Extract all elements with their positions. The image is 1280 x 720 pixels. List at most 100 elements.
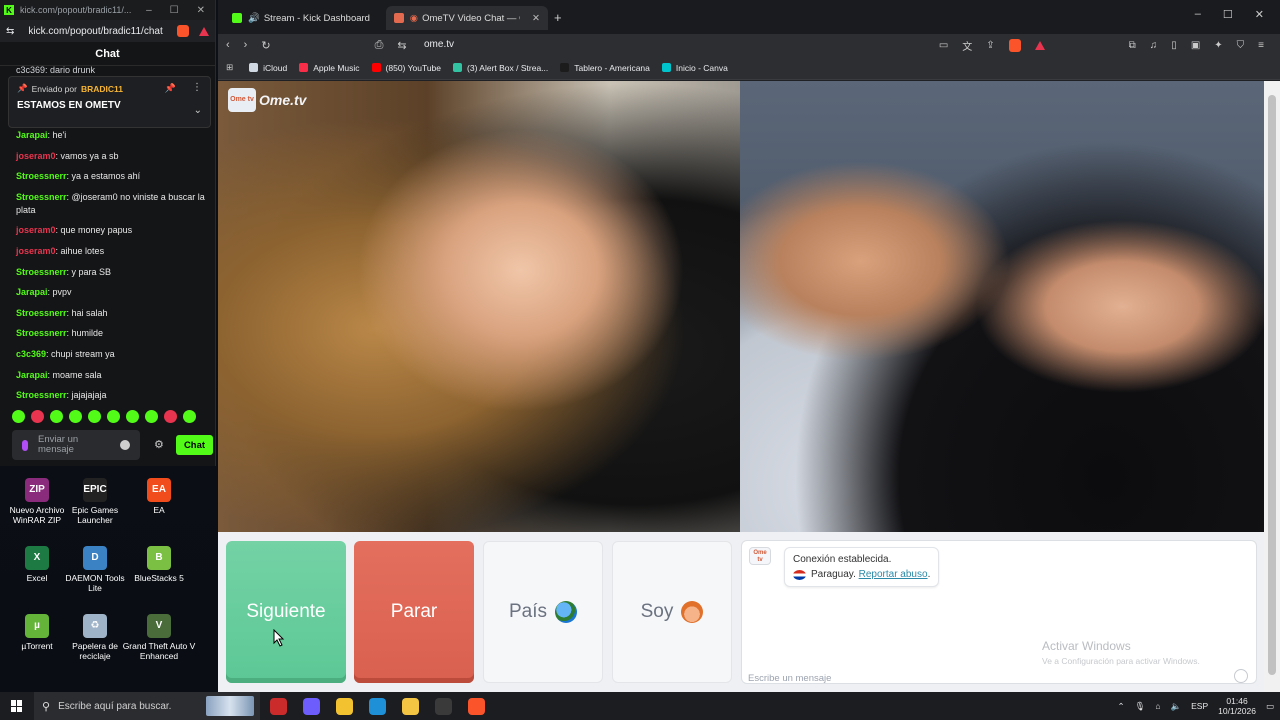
emote-icon[interactable] <box>69 410 82 423</box>
site-info-icon[interactable]: ⇆ <box>397 39 406 52</box>
desktop-icon[interactable]: ♻ Papelera de reciclaje <box>58 614 132 661</box>
chat-username[interactable]: joseram0 <box>16 151 56 161</box>
chat-username[interactable]: Stroessnerr <box>16 171 67 181</box>
app-brave-icon[interactable] <box>468 697 485 715</box>
new-tab-icon[interactable]: + <box>554 10 562 25</box>
brave-shield-icon[interactable] <box>1008 39 1021 52</box>
desktop-icon[interactable]: V Grand Theft Auto V Enhanced <box>122 614 196 661</box>
tab-ometv[interactable]: ◉ OmeTV Video Chat — Omegl ✕ <box>386 6 548 30</box>
back-icon[interactable]: ‹ <box>226 39 230 51</box>
app-copilot-icon[interactable] <box>303 697 320 715</box>
bookmark-item[interactable]: Inicio - Canva <box>661 63 728 73</box>
desktop-icon[interactable]: D DAEMON Tools Lite <box>58 546 132 593</box>
pin-icon[interactable]: 📌 <box>165 83 176 94</box>
chat-username[interactable]: Jarapai <box>16 370 48 380</box>
chat-input[interactable]: Enviar un mensaje <box>12 430 140 460</box>
taskbar-search[interactable]: ⚲ Escribe aquí para buscar. <box>34 692 260 720</box>
app-chrome-icon[interactable] <box>336 697 353 715</box>
app-red-icon[interactable] <box>270 697 287 715</box>
tab-kick-dashboard[interactable]: 🔊 Stream - Kick Dashboard <box>224 6 384 30</box>
chat-username[interactable]: Stroessnerr <box>16 192 67 202</box>
emoji-icon[interactable] <box>120 440 130 450</box>
translate-icon[interactable]: 文 <box>962 38 972 53</box>
language-indicator[interactable]: ESP <box>1191 701 1208 711</box>
maximize-icon[interactable]: ☐ <box>1223 8 1233 21</box>
maximize-icon[interactable]: ☐ <box>170 5 179 16</box>
close-icon[interactable]: ✕ <box>197 5 205 16</box>
leo-ai-icon[interactable]: ✦ <box>1214 40 1222 51</box>
emote-icon[interactable] <box>12 410 25 423</box>
bookmark-item[interactable]: (850) YouTube <box>371 63 441 73</box>
notifications-icon[interactable]: ▭ <box>1266 701 1274 712</box>
chat-username[interactable]: Stroessnerr <box>16 308 67 318</box>
emote-icon[interactable] <box>31 410 44 423</box>
brave-rewards-icon[interactable] <box>199 26 209 36</box>
app-obs-icon[interactable] <box>435 697 452 715</box>
chevron-up-icon[interactable]: ⌃ <box>1117 701 1124 712</box>
emote-icon[interactable] <box>88 410 101 423</box>
page-scrollbar[interactable] <box>1264 81 1280 692</box>
tab-close-icon[interactable]: ✕ <box>532 13 540 24</box>
start-button[interactable] <box>0 700 34 712</box>
sidebar-icon[interactable]: ▯ <box>1171 40 1177 51</box>
app-explorer-icon[interactable] <box>402 697 419 715</box>
app-edge-icon[interactable] <box>369 697 386 715</box>
clock[interactable]: 01:46 10/1/2026 <box>1218 696 1256 716</box>
emote-icon[interactable] <box>145 410 158 423</box>
country-button[interactable]: País <box>483 541 603 683</box>
brave-rewards-icon[interactable] <box>1034 41 1045 50</box>
message-input[interactable]: Escribe un mensaje <box>748 673 831 684</box>
forward-icon[interactable]: › <box>244 39 248 51</box>
music-icon[interactable]: ♫ <box>1150 40 1158 51</box>
chat-username[interactable]: joseram0 <box>16 225 56 235</box>
mic-icon[interactable] <box>22 439 28 451</box>
stop-button[interactable]: Parar <box>354 541 474 683</box>
chat-username[interactable]: Stroessnerr <box>16 328 67 338</box>
pinned-message[interactable]: 📌 Enviado por BRADIC11 ESTAMOS EN OMETV … <box>8 76 211 128</box>
brave-shield-icon[interactable] <box>177 25 189 37</box>
wallet-icon[interactable]: ▣ <box>1191 40 1200 51</box>
chat-username[interactable]: joseram0 <box>16 246 56 256</box>
desktop-icon[interactable]: B BlueStacks 5 <box>122 546 196 583</box>
network-icon[interactable]: ⌂ <box>1155 701 1160 711</box>
report-abuse-link[interactable]: Reportar abuso <box>859 569 928 580</box>
scrollbar-thumb[interactable] <box>1268 95 1276 675</box>
bookmark-icon[interactable]: ⎙ <box>375 39 384 52</box>
volume-icon[interactable]: 🔈 <box>1171 701 1182 712</box>
chat-username[interactable]: Stroessnerr <box>16 267 67 277</box>
screenshot-icon[interactable]: ⧉ <box>1129 40 1136 51</box>
desktop-icon[interactable]: EA EA <box>122 478 196 515</box>
kick-url[interactable]: kick.com/popout/bradic11/chat <box>28 26 162 37</box>
bookmark-item[interactable]: (3) Alert Box / Strea... <box>453 63 548 73</box>
cast-icon[interactable]: ▭ <box>939 40 948 51</box>
emote-icon[interactable] <box>50 410 63 423</box>
minimize-icon[interactable]: – <box>1195 8 1201 21</box>
desktop-icon[interactable]: EPIC Epic Games Launcher <box>58 478 132 525</box>
menu-icon[interactable]: ≡ <box>1258 40 1264 51</box>
next-button[interactable]: Siguiente <box>226 541 346 683</box>
share-icon[interactable]: ⇪ <box>986 40 994 51</box>
chat-username[interactable]: Jarapai <box>16 287 48 297</box>
address-bar[interactable]: ome.tv <box>424 39 454 50</box>
reload-icon[interactable]: ↻ <box>261 39 270 52</box>
gender-button[interactable]: Soy <box>612 541 732 683</box>
apps-grid-icon[interactable]: ⊞ <box>226 62 233 73</box>
microphone-icon[interactable]: 🎙 <box>1135 701 1146 712</box>
emote-icon[interactable] <box>183 410 196 423</box>
bookmark-item[interactable]: Apple Music <box>299 63 360 73</box>
minimize-icon[interactable]: – <box>146 5 152 16</box>
chat-username[interactable]: Stroessnerr <box>16 390 67 400</box>
gear-icon[interactable]: ⚙ <box>154 438 164 451</box>
emoji-icon[interactable] <box>1234 669 1248 683</box>
emote-icon[interactable] <box>164 410 177 423</box>
bookmark-item[interactable]: Tablero - Americana <box>560 63 650 73</box>
more-options-icon[interactable]: ⋮ <box>192 82 202 93</box>
close-icon[interactable]: ✕ <box>1255 8 1264 21</box>
chevron-down-icon[interactable]: ⌄ <box>194 105 202 116</box>
emote-icon[interactable] <box>107 410 120 423</box>
emote-icon[interactable] <box>126 410 139 423</box>
chat-send-button[interactable]: Chat <box>176 435 213 455</box>
vpn-icon[interactable]: ⛉ <box>1237 40 1245 51</box>
site-settings-icon[interactable]: ⇆ <box>6 26 14 37</box>
bookmark-item[interactable]: iCloud <box>249 63 287 73</box>
